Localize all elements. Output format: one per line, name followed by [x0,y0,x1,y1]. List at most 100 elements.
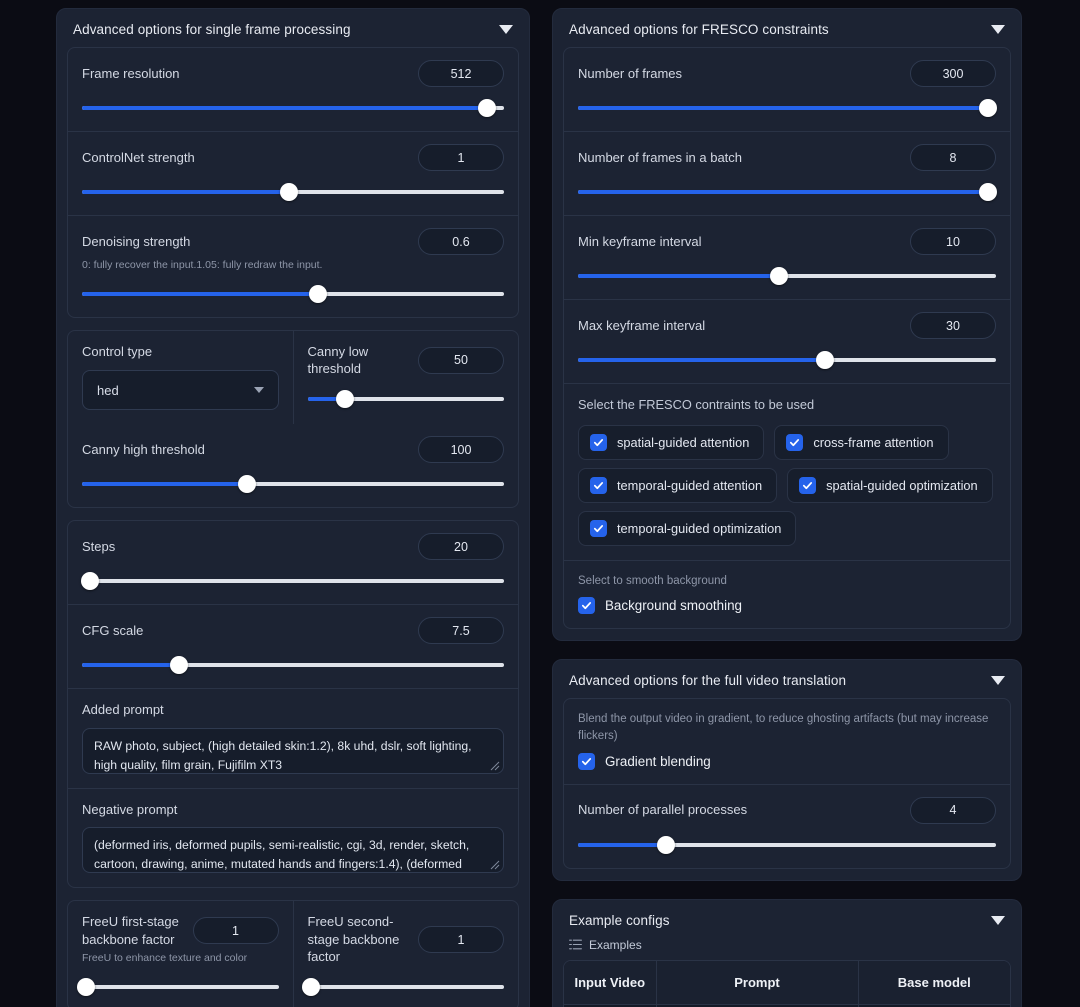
slider-thumb[interactable] [279,183,298,201]
examples-table: Input Video Prompt Base model [563,959,1011,1007]
steps-value[interactable]: 20 [418,533,504,561]
frame-resolution-slider[interactable] [82,99,504,117]
added-prompt-textarea[interactable]: RAW photo, subject, (high detailed skin:… [82,727,504,774]
frame-resolution-value[interactable]: 512 [418,60,504,87]
steps-label: Steps [82,538,116,554]
frame-resolution-label: Frame resolution [82,65,180,81]
slider-thumb[interactable] [978,183,997,201]
chevron-down-icon[interactable] [991,25,1005,34]
constraints-checkbox-group: spatial-guided attention cross-frame atte… [578,424,996,546]
parallel-processes-value[interactable]: 4 [910,796,996,824]
cfg-scale-slider[interactable] [82,656,504,675]
denoising-strength-slider[interactable] [82,284,504,303]
panel-title: Advanced options for single frame proces… [73,22,351,37]
denoising-strength-value[interactable]: 0.6 [418,228,504,255]
right-column: Advanced options for FRESCO constraints … [552,8,1022,1007]
canny-high-label: Canny high threshold [82,441,205,457]
panel-header-fresco[interactable]: Advanced options for FRESCO constraints [563,18,1011,47]
row-cfg-scale: CFG scale 7.5 [68,604,518,688]
negative-prompt-value: (deformed iris, deformed pupils, semi-re… [94,838,470,872]
max-keyframe-value[interactable]: 30 [910,312,996,339]
number-of-frames-value[interactable]: 300 [910,60,996,87]
slider-thumb[interactable] [170,656,189,675]
constraint-label: temporal-guided optimization [617,520,782,536]
list-icon [569,939,582,950]
slider-thumb[interactable] [81,572,100,591]
group-steps-cfg-prompts: Steps 20 CFG scale 7.5 Added prompt RAW … [67,520,519,889]
panel-header-full-video[interactable]: Advanced options for the full video tran… [563,669,1011,698]
canny-low-value[interactable]: 50 [418,346,504,374]
checkbox-checked-icon [578,597,595,615]
canny-high-value[interactable]: 100 [418,436,504,464]
cell-canny-low: Canny low threshold 50 [292,330,519,425]
row-denoising-strength: Denoising strength 0.6 0: fully recover … [68,215,518,317]
control-type-label: Control type [82,343,153,359]
slider-thumb[interactable] [76,978,95,997]
constraint-checkbox-0[interactable]: spatial-guided attention [578,424,765,460]
steps-slider[interactable] [81,572,504,591]
cfg-scale-value[interactable]: 7.5 [418,617,504,645]
negative-prompt-textarea[interactable]: (deformed iris, deformed pupils, semi-re… [82,827,504,874]
panel-header-examples[interactable]: Example configs [563,909,1011,938]
constraint-label: spatial-guided optimization [826,477,978,493]
cell-freeu-first-backbone: FreeU first-stage backbone factor 1 Free… [68,901,293,1007]
freeu-second-backbone-value[interactable]: 1 [418,926,504,954]
row-controlnet-strength: ControlNet strength 1 [68,131,518,215]
app-root: Advanced options for single frame proces… [0,0,1080,1007]
constraint-checkbox-3[interactable]: spatial-guided optimization [787,467,993,503]
parallel-processes-slider[interactable] [578,835,996,854]
min-keyframe-slider[interactable] [578,267,996,285]
slider-thumb[interactable] [478,99,497,117]
slider-thumb[interactable] [656,835,675,854]
freeu-second-backbone-slider[interactable] [302,977,504,996]
slider-thumb[interactable] [815,351,834,369]
row-gradient-blending: Blend the output video in gradient, to r… [564,699,1010,783]
checkbox-checked-icon [786,433,804,451]
control-type-dropdown[interactable]: hed [82,370,279,411]
frames-in-batch-value[interactable]: 8 [910,144,996,171]
slider-fill [578,190,988,194]
canny-low-slider[interactable] [307,389,504,408]
panel-header-single-frame[interactable]: Advanced options for single frame proces… [67,18,519,47]
constraint-checkbox-2[interactable]: temporal-guided attention [578,467,778,503]
slider-fill [82,190,289,194]
controlnet-strength-slider[interactable] [82,183,504,201]
chevron-down-icon [253,387,264,394]
controlnet-strength-value[interactable]: 1 [418,144,504,171]
panel-single-frame-processing: Advanced options for single frame proces… [56,8,530,1007]
slider-thumb[interactable] [302,977,321,996]
constraint-checkbox-4[interactable]: temporal-guided optimization [578,510,797,546]
slider-thumb[interactable] [769,267,788,285]
canny-high-slider[interactable] [82,475,504,494]
number-of-frames-slider[interactable] [578,99,997,117]
row-frames-in-batch: Number of frames in a batch 8 [564,131,1010,215]
row-min-keyframe: Min keyframe interval 10 [564,215,1010,299]
cfg-scale-label: CFG scale [82,622,144,638]
chevron-down-icon[interactable] [499,25,513,34]
row-number-of-frames: Number of frames 300 [564,48,1010,131]
row-frame-resolution: Frame resolution 512 [68,48,518,131]
freeu-first-backbone-value[interactable]: 1 [192,917,279,945]
slider-fill [82,106,488,110]
resize-grip-icon[interactable] [490,860,500,870]
slider-thumb[interactable] [237,475,256,494]
max-keyframe-slider[interactable] [578,351,996,369]
denoising-strength-info: 0: fully recover the input.1.05: fully r… [82,259,323,271]
canny-low-label: Canny low threshold [307,343,369,377]
background-smoothing-checkbox[interactable]: Background smoothing [578,597,996,615]
frames-in-batch-slider[interactable] [578,183,997,201]
slider-thumb[interactable] [309,284,328,303]
chevron-down-icon[interactable] [991,676,1005,686]
gradient-blending-checkbox[interactable]: Gradient blending [578,752,996,770]
slider-thumb[interactable] [978,99,997,117]
freeu-first-backbone-slider[interactable] [76,978,279,997]
gradient-blending-label: Gradient blending [605,753,711,769]
min-keyframe-value[interactable]: 10 [910,228,996,255]
negative-prompt-label: Negative prompt [82,801,178,817]
resize-grip-icon[interactable] [490,761,500,771]
chevron-down-icon[interactable] [991,915,1005,925]
panel-title: Example configs [569,912,670,928]
slider-thumb[interactable] [335,389,354,408]
constraint-checkbox-1[interactable]: cross-frame attention [774,424,949,460]
panel-title: Advanced options for FRESCO constraints [569,22,829,37]
